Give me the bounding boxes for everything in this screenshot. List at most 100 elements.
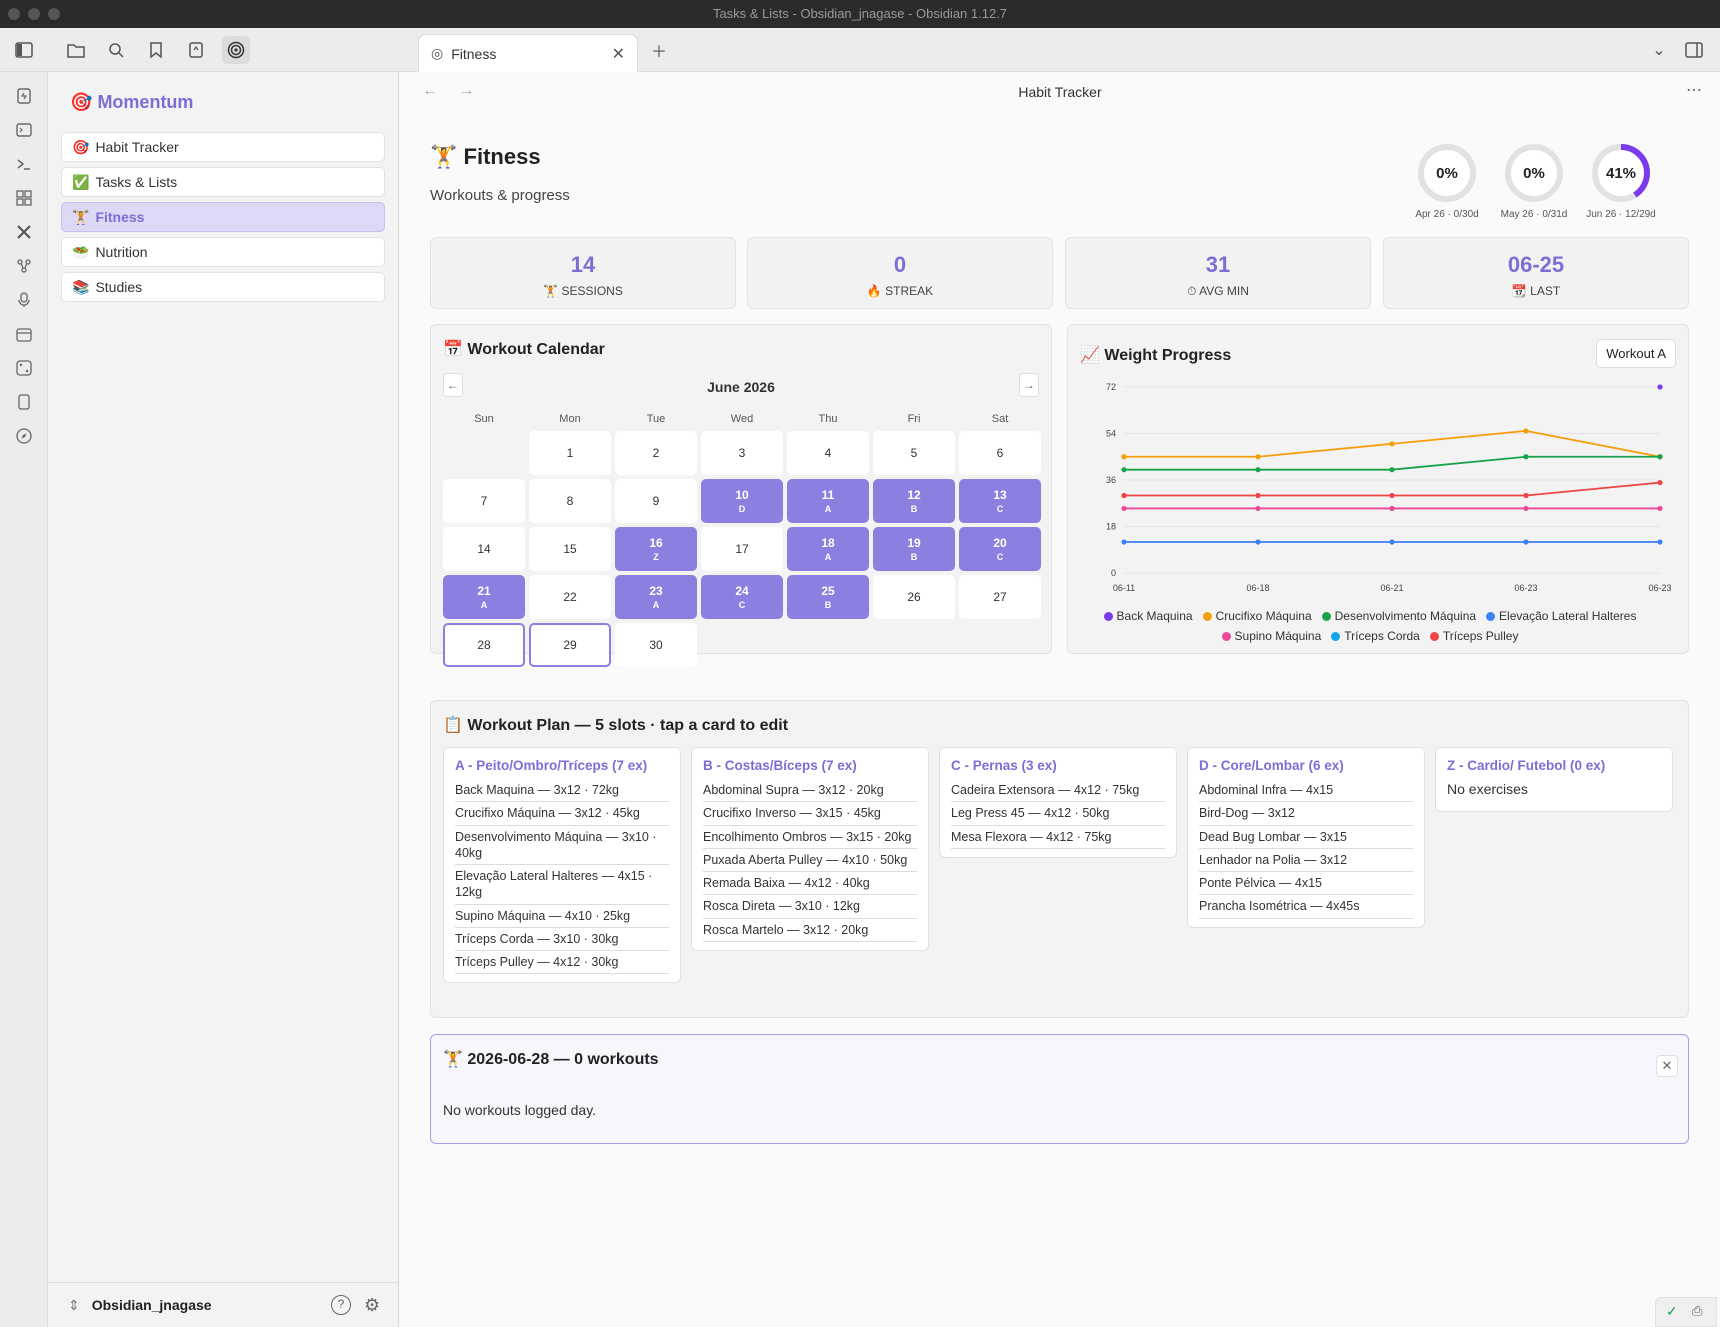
data-point[interactable] — [1657, 505, 1663, 512]
legend-item[interactable]: Desenvolvimento Máquina — [1321, 609, 1476, 623]
calendar-day[interactable]: 2 — [615, 431, 697, 475]
close-tab-icon[interactable]: ✕ — [612, 44, 625, 64]
tab-fitness[interactable]: ◎ Fitness ✕ — [418, 34, 638, 72]
calendar-day[interactable]: 30 — [615, 623, 697, 667]
data-point[interactable] — [1255, 467, 1261, 473]
sidebar-item-tasks-lists[interactable]: ✅ Tasks & Lists — [61, 167, 385, 197]
calendar-day[interactable]: 13 C — [959, 479, 1041, 523]
data-point[interactable] — [1657, 539, 1663, 545]
calendar-day[interactable]: 20 C — [959, 527, 1041, 571]
calendar-day[interactable]: 29 — [529, 623, 611, 667]
data-point[interactable] — [1121, 467, 1127, 473]
calendar-day[interactable]: 18 A — [787, 527, 869, 571]
sync-status-icon[interactable]: ✓ — [1666, 1303, 1678, 1320]
calendar-day[interactable]: 21 A — [443, 575, 525, 619]
zoom-window-button[interactable] — [48, 8, 60, 20]
calendar-day[interactable]: 28 — [443, 623, 525, 667]
data-point[interactable] — [1255, 505, 1261, 512]
sidebar-item-habit-tracker[interactable]: 🎯 Habit Tracker — [61, 132, 385, 162]
more-options-icon[interactable]: ⋯ — [1686, 80, 1702, 100]
data-point[interactable] — [1121, 492, 1127, 499]
next-month-arrow-icon[interactable]: → — [1019, 373, 1039, 397]
microphone-icon[interactable] — [12, 288, 36, 312]
tools-icon[interactable] — [12, 220, 36, 244]
data-point[interactable] — [1389, 505, 1395, 512]
calendar-day[interactable]: 8 — [529, 479, 611, 523]
plan-card[interactable]: Z - Cardio/ Futebol (0 ex) No exercises — [1435, 747, 1673, 812]
close-icon[interactable]: ✕ — [1656, 1055, 1678, 1077]
chevron-down-icon[interactable]: ⌄ — [1645, 36, 1673, 64]
command-prompt-icon[interactable] — [12, 152, 36, 176]
vault-switcher[interactable]: ⇕ Obsidian_jnagase ? ⚙ — [48, 1282, 399, 1327]
calendar-day[interactable]: 23 A — [615, 575, 697, 619]
calendar-day[interactable]: 25 B — [787, 575, 869, 619]
data-point[interactable] — [1523, 539, 1529, 545]
calendar-day[interactable]: 6 — [959, 431, 1041, 475]
data-point[interactable] — [1389, 467, 1395, 473]
plan-card[interactable]: C - Pernas (3 ex) Cadeira Extensora — 4x1… — [939, 747, 1177, 858]
note-composer-icon[interactable] — [182, 36, 210, 64]
data-point[interactable] — [1255, 539, 1261, 545]
sidebar-item-nutrition[interactable]: 🥗 Nutrition — [61, 237, 385, 267]
data-point[interactable] — [1657, 454, 1663, 460]
open-quick-switcher-icon[interactable] — [12, 84, 36, 108]
calendar-icon[interactable] — [12, 322, 36, 346]
sidebar-item-fitness[interactable]: 🏋 Fitness — [61, 202, 385, 232]
folder-icon[interactable] — [62, 36, 90, 64]
data-point[interactable] — [1255, 454, 1261, 460]
data-point[interactable] — [1121, 505, 1127, 512]
plan-card[interactable]: B - Costas/Bíceps (7 ex) Abdominal Supra … — [691, 747, 929, 951]
search-icon[interactable] — [102, 36, 130, 64]
calendar-day[interactable]: 27 — [959, 575, 1041, 619]
calendar-day[interactable]: 1 — [529, 431, 611, 475]
calendar-day[interactable]: 15 — [529, 527, 611, 571]
data-point[interactable] — [1389, 441, 1395, 447]
calendar-day[interactable]: 19 B — [873, 527, 955, 571]
data-point[interactable] — [1389, 539, 1395, 545]
dice-icon[interactable] — [12, 356, 36, 380]
sidebar-title[interactable]: 🎯 Momentum — [70, 92, 193, 113]
data-point[interactable] — [1657, 384, 1663, 390]
legend-item[interactable]: Tríceps Pulley — [1429, 629, 1518, 643]
graph-view-icon[interactable] — [12, 254, 36, 278]
legend-item[interactable]: Tríceps Corda — [1331, 629, 1420, 643]
sidebar-toggle-icon[interactable] — [10, 36, 38, 64]
calendar-day[interactable]: 3 — [701, 431, 783, 475]
compass-icon[interactable] — [12, 424, 36, 448]
data-point[interactable] — [1523, 492, 1529, 499]
calendar-day[interactable]: 14 — [443, 527, 525, 571]
help-icon[interactable]: ? — [331, 1295, 351, 1315]
legend-item[interactable]: Crucifixo Máquina — [1202, 609, 1312, 623]
data-point[interactable] — [1121, 454, 1127, 460]
legend-item[interactable]: Supino Máquina — [1221, 629, 1321, 643]
calendar-day[interactable]: 12 B — [873, 479, 955, 523]
bookmark-icon[interactable] — [142, 36, 170, 64]
sidebar-item-studies[interactable]: 📚 Studies — [61, 272, 385, 302]
calendar-day[interactable]: 22 — [529, 575, 611, 619]
data-point[interactable] — [1523, 505, 1529, 512]
plan-card[interactable]: D - Core/Lombar (6 ex) Abdominal Infra — … — [1187, 747, 1425, 928]
settings-gear-icon[interactable]: ⚙ — [364, 1295, 380, 1316]
calendar-day[interactable]: 17 — [701, 527, 783, 571]
data-point[interactable] — [1121, 539, 1127, 545]
calendar-day[interactable]: 26 — [873, 575, 955, 619]
calendar-day[interactable]: 24 C — [701, 575, 783, 619]
printer-icon[interactable]: ⎙ — [1692, 1303, 1702, 1319]
tablet-icon[interactable] — [12, 390, 36, 414]
calendar-day[interactable]: 16 Z — [615, 527, 697, 571]
data-point[interactable] — [1523, 454, 1529, 460]
calendar-day[interactable]: 9 — [615, 479, 697, 523]
target-icon[interactable] — [222, 36, 250, 64]
minimize-window-button[interactable] — [28, 8, 40, 20]
close-window-button[interactable] — [8, 8, 20, 20]
right-sidebar-toggle-icon[interactable] — [1680, 36, 1708, 64]
data-point[interactable] — [1389, 492, 1395, 499]
plan-card[interactable]: A - Peito/Ombro/Tríceps (7 ex) Back Maqui… — [443, 747, 681, 984]
data-point[interactable] — [1255, 492, 1261, 499]
calendar-day[interactable]: 5 — [873, 431, 955, 475]
new-tab-icon[interactable]: ＋ — [645, 36, 673, 64]
data-point[interactable] — [1523, 428, 1529, 434]
data-point[interactable] — [1657, 479, 1663, 486]
calendar-day[interactable]: 4 — [787, 431, 869, 475]
legend-item[interactable]: Back Maquina — [1103, 609, 1193, 623]
